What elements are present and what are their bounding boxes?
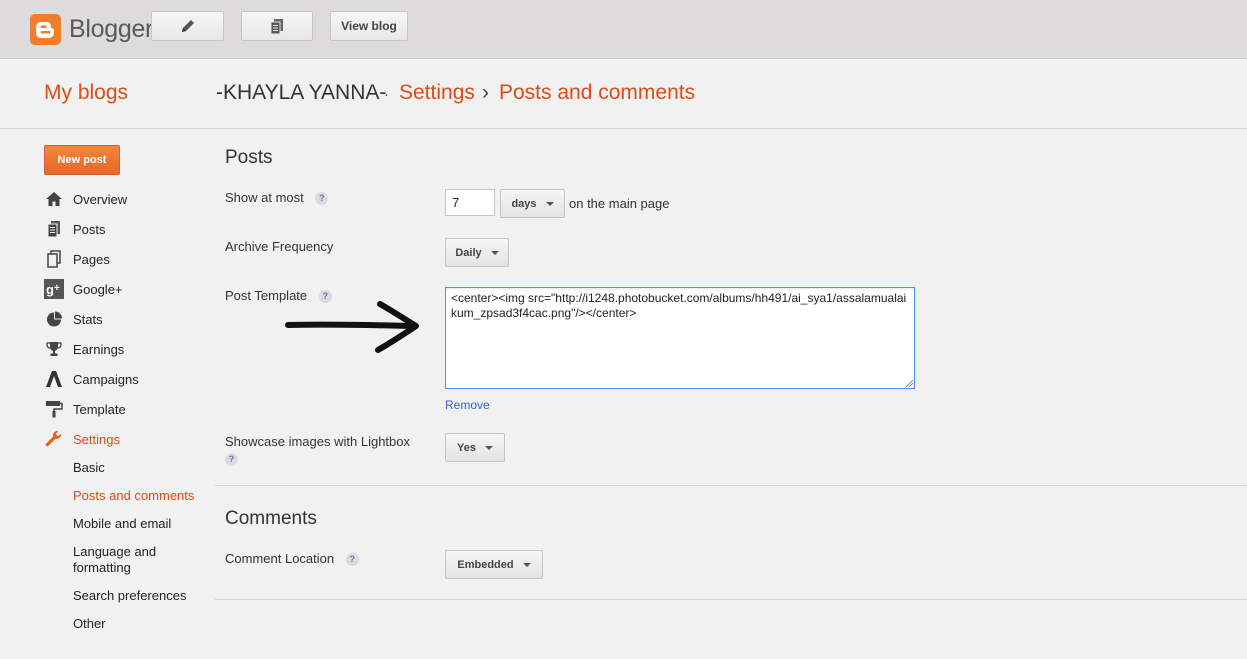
settings-sub-language-and-formatting[interactable]: Language and formatting xyxy=(73,544,173,576)
posts-list-button[interactable] xyxy=(241,11,313,41)
dropdown-value: days xyxy=(511,197,537,210)
sidebar-item-label: Template xyxy=(73,401,126,417)
sidebar-item-label: Pages xyxy=(73,251,110,267)
settings-sub-other[interactable]: Other xyxy=(73,616,106,632)
lightbox-label: Showcase images with Lightbox xyxy=(225,434,410,449)
settings-sub-basic[interactable]: Basic xyxy=(73,460,105,476)
resize-grip-icon[interactable] xyxy=(906,380,913,387)
section-divider xyxy=(215,485,1247,486)
sidebar-item-label: Overview xyxy=(73,191,128,207)
dropdown-value: Daily xyxy=(455,246,482,259)
show-at-most-suffix: on the main page xyxy=(569,196,670,211)
sidebar-item-earnings[interactable]: Earnings xyxy=(44,338,124,360)
pages-icon xyxy=(44,249,64,269)
sidebar-item-pages[interactable]: Pages xyxy=(44,248,110,270)
view-blog-button[interactable]: View blog xyxy=(330,11,408,41)
pencil-icon xyxy=(181,20,194,32)
brand-name[interactable]: Blogger xyxy=(69,15,153,44)
sidebar-item-template[interactable]: Template xyxy=(44,398,126,420)
sidebar-item-posts[interactable]: Posts xyxy=(44,218,106,240)
post-template-textarea[interactable]: <center><img src="http://i1248.photobuck… xyxy=(445,287,915,389)
show-at-most-unit-dropdown[interactable]: days xyxy=(500,189,565,218)
show-at-most-row: Show at most ? xyxy=(225,190,329,206)
campaigns-icon xyxy=(44,369,64,389)
posts-icon xyxy=(44,219,64,239)
settings-sub-posts-and-comments[interactable]: Posts and comments xyxy=(73,488,194,504)
breadcrumb-current-section: Posts and comments xyxy=(499,81,696,104)
blogger-logo-icon[interactable] xyxy=(30,14,61,45)
svg-text:g: g xyxy=(46,282,54,297)
sidebar-item-stats[interactable]: Stats xyxy=(44,308,103,330)
settings-sub-search-preferences[interactable]: Search preferences xyxy=(73,588,186,604)
remove-template-link[interactable]: Remove xyxy=(445,398,490,412)
sidebar-item-label: Settings xyxy=(73,431,120,447)
trophy-icon xyxy=(44,339,64,359)
help-icon[interactable]: ? xyxy=(345,553,359,567)
chevron-down-icon xyxy=(490,250,499,255)
sidebar-item-label: Earnings xyxy=(73,341,125,357)
archive-frequency-label: Archive Frequency xyxy=(225,239,334,254)
comments-section-title: Comments xyxy=(225,508,317,529)
hand-drawn-arrow-icon xyxy=(285,301,419,353)
chevron-down-icon xyxy=(545,201,554,206)
sidebar-item-overview[interactable]: Overview xyxy=(44,188,127,210)
breadcrumb-arrow: › xyxy=(482,81,489,104)
posts-section-title: Posts xyxy=(225,147,273,168)
settings-sub-mobile-and-email[interactable]: Mobile and email xyxy=(73,516,171,532)
sidebar-item-settings[interactable]: Settings xyxy=(44,428,120,450)
sidebar-item-label: Campaigns xyxy=(73,371,139,387)
sidebar-item-campaigns[interactable]: Campaigns xyxy=(44,368,139,390)
paint-roller-icon xyxy=(44,399,64,419)
show-at-most-label: Show at most xyxy=(225,190,304,205)
lightbox-dropdown[interactable]: Yes xyxy=(445,433,505,462)
breadcrumb-blog-name[interactable]: -KHAYLA YANNA- xyxy=(216,81,386,105)
chevron-down-icon xyxy=(522,562,531,567)
section-divider xyxy=(215,599,1247,600)
new-post-pencil-button[interactable] xyxy=(151,11,224,41)
sidebar-item-label: Stats xyxy=(73,311,103,327)
chevron-down-icon xyxy=(484,445,493,450)
google-plus-icon: g + xyxy=(44,279,64,299)
my-blogs-link[interactable]: My blogs xyxy=(44,81,128,105)
sidebar-item-label: Google+ xyxy=(73,281,123,297)
breadcrumb-separator: · xyxy=(384,86,389,103)
stats-icon xyxy=(44,309,64,329)
posts-icon xyxy=(270,19,283,35)
sidebar-item-google-plus[interactable]: g + Google+ xyxy=(44,278,123,300)
home-icon xyxy=(44,189,64,209)
sidebar-item-label: Posts xyxy=(73,221,106,237)
comment-location-label: Comment Location xyxy=(225,551,335,566)
breadcrumb-settings[interactable]: Settings xyxy=(399,81,475,105)
help-icon[interactable]: ? xyxy=(315,192,329,206)
new-post-button[interactable]: New post xyxy=(44,145,120,175)
comment-location-row: Comment Location ? xyxy=(225,551,359,567)
dropdown-value: Embedded xyxy=(457,558,514,571)
svg-text:+: + xyxy=(54,283,60,294)
help-icon[interactable]: ? xyxy=(225,453,238,467)
wrench-icon xyxy=(44,429,64,449)
lightbox-row: Showcase images with Lightbox ? xyxy=(225,434,425,467)
comment-location-dropdown[interactable]: Embedded xyxy=(445,550,543,579)
show-at-most-input[interactable] xyxy=(445,189,495,216)
archive-frequency-dropdown[interactable]: Daily xyxy=(445,238,509,267)
dropdown-value: Yes xyxy=(457,441,476,454)
